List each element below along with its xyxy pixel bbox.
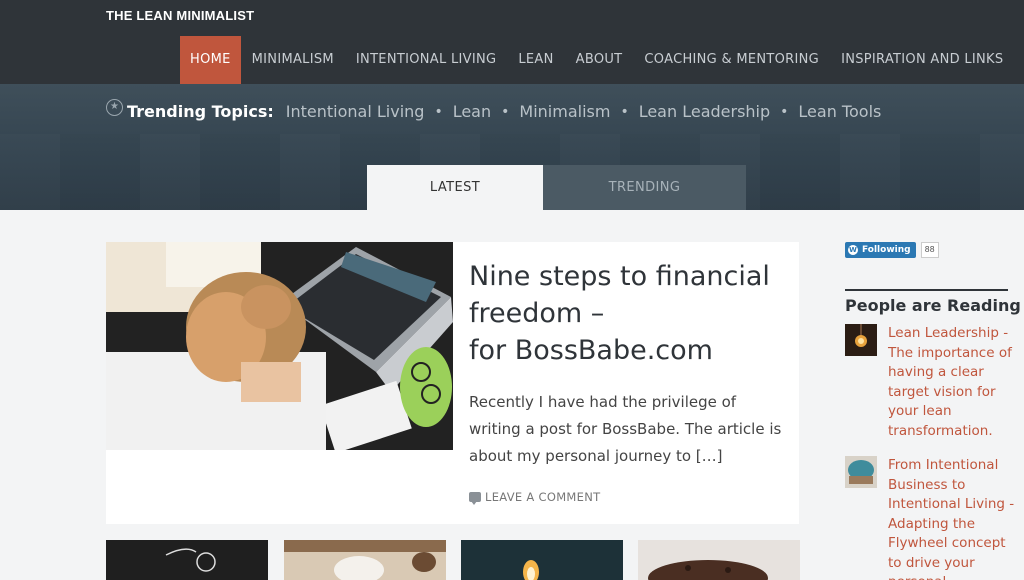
topic-separator: • [501,103,510,120]
main-nav: HOME MINIMALISM INTENTIONAL LIVING LEAN … [180,36,1014,84]
follow-button[interactable]: W Following [845,242,916,258]
nav-item-coaching-mentoring[interactable]: COACHING & MENTORING [633,36,830,84]
follow-widget: W Following 88 [845,242,939,258]
tab-trending[interactable]: TRENDING [543,165,746,210]
nav-item-intentional-living[interactable]: INTENTIONAL LIVING [345,36,507,84]
nav-item-home[interactable]: HOME [180,36,241,84]
nav-item-minimalism[interactable]: MINIMALISM [241,36,345,84]
sidebar-divider [845,289,1008,291]
tab-latest[interactable]: LATEST [367,165,543,210]
post-title-line: freedom – [469,298,605,329]
nav-item-lean[interactable]: LEAN [507,36,564,84]
site-title[interactable]: THE LEAN MINIMALIST [106,8,254,23]
reading-list-item: Lean Leadership - The importance of havi… [845,324,1015,441]
topic-lean-tools[interactable]: Lean Tools [798,102,881,121]
comment-label: LEAVE A COMMENT [485,490,601,504]
featured-post-body: Nine steps to financial freedom – for Bo… [469,258,789,470]
people-reading-heading: People are Reading [845,296,1021,315]
post-title[interactable]: Nine steps to financial freedom – for Bo… [469,258,789,369]
topic-separator: • [620,103,629,120]
post-excerpt: Recently I have had the privilege of wri… [469,393,782,465]
topic-lean[interactable]: Lean [453,102,491,121]
trending-label: Trending Topics: [127,102,274,121]
nav-item-inspiration-links[interactable]: INSPIRATION AND LINKS [830,36,1014,84]
topic-separator: • [780,103,789,120]
topic-intentional-living[interactable]: Intentional Living [286,102,425,121]
wordpress-icon: W [848,245,858,255]
reading-item-link[interactable]: Lean Leadership - The importance of havi… [888,324,1015,441]
leave-comment-link[interactable]: LEAVE A COMMENT [469,490,601,505]
topic-separator: • [434,103,443,120]
trending-topics: ★ Trending Topics: Intentional Living • … [106,99,881,121]
post-tabs: LATEST TRENDING [367,165,746,210]
site-header: THE LEAN MINIMALIST HOME MINIMALISM INTE… [0,0,1024,84]
post-title-line: Nine steps to financial [469,261,770,292]
post-title-line: for BossBabe.com [469,335,713,366]
post-thumbnail[interactable] [284,540,446,580]
comment-icon [469,492,481,505]
reading-list-item: From Intentional Business to Intentional… [845,456,1015,580]
topic-minimalism[interactable]: Minimalism [519,102,610,121]
topic-lean-leadership[interactable]: Lean Leadership [639,102,770,121]
post-thumbnail[interactable] [106,540,268,580]
post-thumbnail[interactable] [461,540,623,580]
reading-item-thumbnail[interactable] [845,324,877,356]
star-icon: ★ [106,99,123,116]
reading-item-thumbnail[interactable] [845,456,877,488]
post-thumbnail[interactable] [638,540,800,580]
featured-post-card: Nine steps to financial freedom – for Bo… [106,242,799,524]
nav-item-about[interactable]: ABOUT [565,36,634,84]
reading-item-link[interactable]: From Intentional Business to Intentional… [888,456,1015,580]
follow-label: Following [862,245,911,255]
featured-post-image[interactable] [106,242,453,450]
follower-count: 88 [920,242,939,258]
trending-band: ★ Trending Topics: Intentional Living • … [0,84,1024,210]
